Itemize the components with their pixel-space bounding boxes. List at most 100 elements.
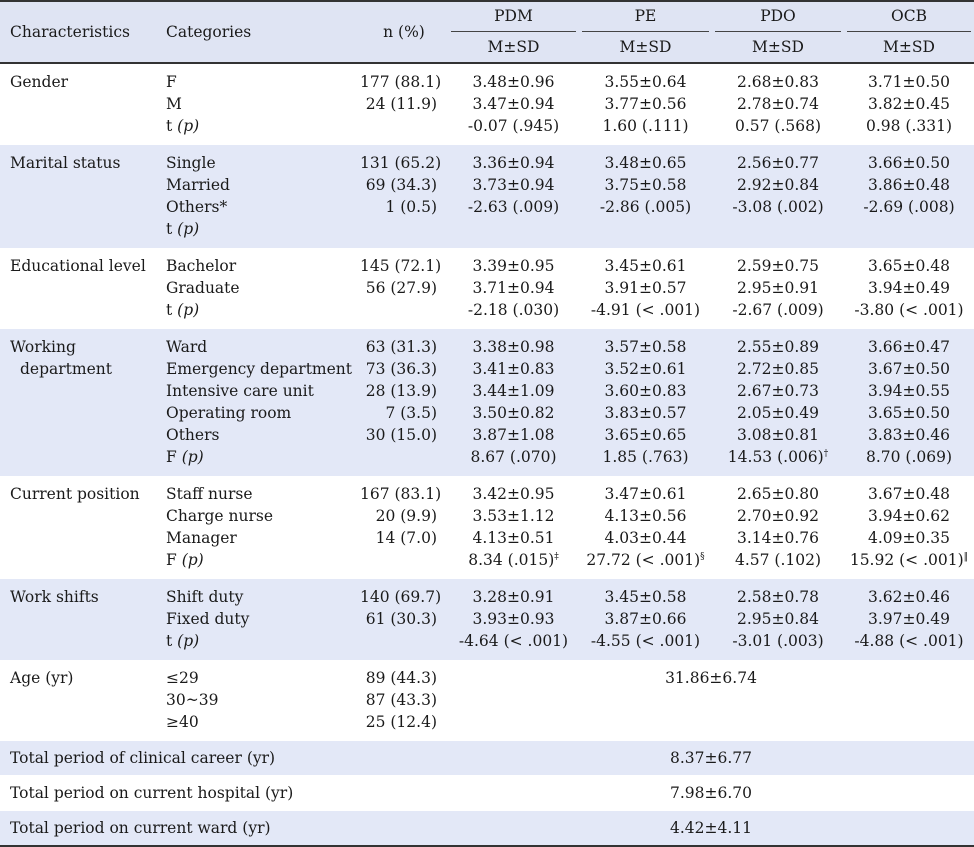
n-value [360,630,437,652]
stat-value: 3.50±0.82 [448,402,579,424]
category-text: Single [166,154,216,172]
stat-value: -2.63 (.009) [448,196,579,218]
row-values-pdo: 2.55±0.89 2.72±0.85 2.67±0.73 2.05±0.49 3.08… [712,329,844,476]
category-text: Emergency department [166,360,353,378]
stat-value: 4.13±0.51 [448,527,579,549]
stat-value: 3.65±0.65 [579,424,712,446]
row-n-percent: 145 (72.1) 56 (27.9) [360,248,448,329]
stat-value [844,218,974,240]
header-pdm: PDM [448,1,579,32]
footnote-mark: ‖ [963,551,969,562]
stat-value: 8.34 (.015)‡ [448,549,579,571]
stat-text: 3.75±0.58 [604,176,687,194]
category-text: Others [166,426,220,444]
stat-text: 3.14±0.76 [736,529,819,547]
stat-text: -2.67 (.009) [732,301,824,319]
stat-text: 1.60 (.111) [602,117,689,135]
stat-value: 3.36±0.94 [448,152,579,174]
stat-value: 2.92±0.84 [712,174,844,196]
category-text: Shift duty [166,588,244,606]
stat-text: 3.44±1.09 [472,382,555,400]
category-label: M [166,93,360,115]
stat-value: 3.71±0.50 [844,71,974,93]
stat-text: -4.55 (< .001) [590,632,701,650]
table-row: Gender F Mt (p) 177 (88.1) 24 (11.9) 3.48±0.9… [0,63,974,145]
n-value [360,115,437,137]
stat-value: 3.48±0.96 [448,71,579,93]
stat-value: 3.77±0.56 [579,93,712,115]
stat-value [579,218,712,240]
stat-text: 3.67±0.48 [867,485,950,503]
stat-text: 2.65±0.80 [736,485,819,503]
stat-text: 3.48±0.65 [604,154,687,172]
n-value: 28 (13.9) [365,382,437,400]
row-values-pdo: 2.68±0.83 2.78±0.74 0.57 (.568) [712,63,844,145]
stat-text: 2.05±0.49 [736,404,819,422]
n-value: 61 (30.3) [365,610,437,628]
stat-value: 3.83±0.46 [844,424,974,446]
stat-text: 3.86±0.48 [867,176,950,194]
stat-value: 2.67±0.73 [712,380,844,402]
category-text: t [166,632,173,650]
stat-value: -4.91 (< .001) [579,299,712,321]
row-characteristic: Educational level [0,248,157,329]
stat-value: 2.95±0.84 [712,608,844,630]
stat-value: 3.83±0.57 [579,402,712,424]
stat-value: -3.01 (.003) [712,630,844,652]
stat-value: 3.47±0.94 [448,93,579,115]
row-values-ocb: 3.66±0.50 3.86±0.48 -2.69 (.008) [844,145,974,248]
stat-value: 3.41±0.83 [448,358,579,380]
stat-text: 3.53±1.12 [472,507,555,525]
category-p: (p) [177,220,200,238]
statistics-table-figure: Characteristics Categories n (%) PDM PE … [0,0,974,846]
stat-value: -4.64 (< .001) [448,630,579,652]
category-label: Graduate [166,277,360,299]
stat-text: 14.53 (.006) [727,448,824,466]
stat-text: 3.45±0.58 [604,588,687,606]
header-stat-pe: M±SD [619,38,672,56]
stat-value: 3.28±0.91 [448,586,579,608]
stat-value: 3.45±0.61 [579,255,712,277]
stat-text: 0.98 (.331) [865,117,953,135]
row-n-percent: 89 (44.3) 87 (43.3) 25 (12.4) [360,660,448,741]
stat-value: -2.69 (.008) [844,196,974,218]
category-text: t [166,301,173,319]
category-label: F [166,71,360,93]
stat-value: -4.88 (< .001) [844,630,974,652]
row-values-pdm: 3.48±0.96 3.47±0.94 -0.07 (.945) [448,63,579,145]
row-categories: Ward Emergency department Intensive care u… [157,329,360,476]
stat-text: 3.87±0.66 [604,610,687,628]
row-categories: Staff nurse Charge nurse Manager F (p) [157,476,360,579]
category-label: t (p) [166,299,360,321]
stat-text: -2.18 (.030) [467,301,560,319]
stat-text: 8.34 (.015) [468,551,555,569]
category-label: Single [166,152,360,174]
row-n-percent: 131 (65.2) 69 (34.3) 1 (0.5) [360,145,448,248]
stat-text: 3.94±0.49 [867,279,950,297]
category-label: t (p) [166,630,360,652]
category-text: Fixed duty [166,610,250,628]
stat-text: 3.65±0.48 [867,257,950,275]
header-pdo: PDO [712,1,844,32]
stat-text: 3.45±0.61 [604,257,687,275]
stat-text: 3.94±0.62 [867,507,950,525]
stat-value [448,218,579,240]
stat-value: -3.08 (.002) [712,196,844,218]
category-text: Married [166,176,230,194]
category-label: F (p) [166,549,360,571]
stat-value: 2.58±0.78 [712,586,844,608]
category-p: (p) [181,551,204,569]
category-p: (p) [177,117,200,135]
n-value: 56 (27.9) [365,279,437,297]
category-text: Graduate [166,279,240,297]
category-text: M [166,95,182,113]
characteristics-table: Characteristics Categories n (%) PDM PE … [0,0,974,847]
table-row-summary: Total period on current hospital (yr) 7.9… [0,775,974,811]
stat-value: 2.72±0.85 [712,358,844,380]
stat-value: 3.57±0.58 [579,336,712,358]
category-label: Bachelor [166,255,360,277]
stat-value: 0.98 (.331) [844,115,974,137]
row-n-percent: 177 (88.1) 24 (11.9) [360,63,448,145]
n-value [360,446,437,468]
n-value: 30 (15.0) [365,426,437,444]
